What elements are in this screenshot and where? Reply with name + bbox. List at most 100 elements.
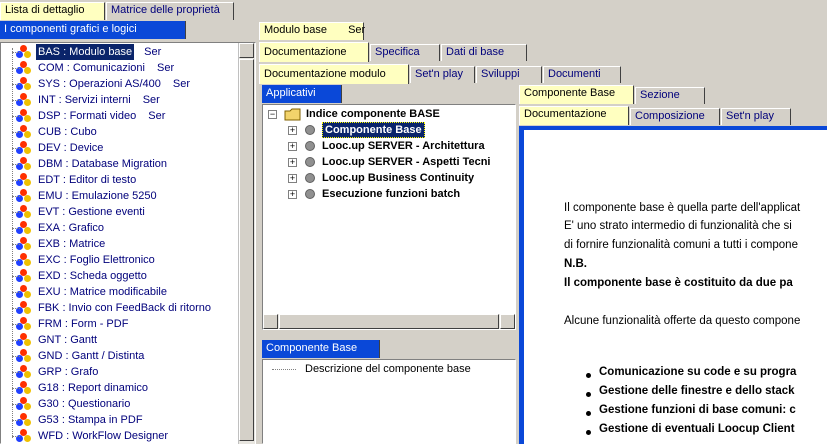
tree-root[interactable]: Indice componente BASE xyxy=(306,106,440,122)
list-tree-branch xyxy=(12,292,20,293)
list-tree-branch xyxy=(12,212,20,213)
scroll-up-button[interactable] xyxy=(239,43,254,58)
scroll-thumb[interactable] xyxy=(239,59,254,441)
applicativi-header: Applicativi xyxy=(262,85,342,103)
tree-item[interactable]: Looc.up Business Continuity xyxy=(322,170,474,186)
list-item[interactable]: G53 : Stampa in PDF xyxy=(10,412,155,428)
list-item-label: DSP : Formati video xyxy=(38,110,137,122)
componente-base-header: Componente Base xyxy=(262,340,380,358)
list-item[interactable]: DBM : Database Migration xyxy=(10,156,179,172)
list-item[interactable]: G30 : Questionario xyxy=(10,396,142,412)
list-item[interactable]: SYS : Operazioni AS/400 Ser xyxy=(10,76,190,92)
list-item-label: GRP : Grafo xyxy=(38,366,99,378)
list-item-label: EVT : Gestione eventi xyxy=(38,206,145,218)
doc-line-bold: Il componente base è costituito da due p… xyxy=(564,277,793,289)
tree-expand-toggle[interactable]: + xyxy=(288,174,297,183)
component-list-scrollbar[interactable] xyxy=(238,43,255,444)
list-item[interactable]: EDT : Editor di testo xyxy=(10,172,148,188)
list-tree-branch xyxy=(12,388,20,389)
list-item[interactable]: DEV : Device xyxy=(10,140,115,156)
list-tree-branch xyxy=(12,100,20,101)
list-item[interactable]: CUB : Cubo xyxy=(10,124,109,140)
tab-documenti[interactable]: Documenti xyxy=(543,66,621,83)
list-item[interactable]: GNT : Gantt xyxy=(10,332,109,348)
tab-componente-base[interactable]: Componente Base xyxy=(519,85,634,104)
list-item-label: WFD : WorkFlow Designer xyxy=(38,430,168,442)
hscroll-right-button[interactable] xyxy=(500,314,515,329)
doc-line-1: Il componente base è quella parte dell'a… xyxy=(564,202,801,214)
componente-base-desc[interactable]: Descrizione del componente base xyxy=(305,363,471,375)
list-item-suffix: Ser xyxy=(144,46,162,58)
tree-item[interactable]: Componente Base xyxy=(322,122,425,138)
tab-matrice-proprieta[interactable]: Matrice delle proprietà xyxy=(106,2,234,20)
list-item[interactable]: EVT : Gestione eventi xyxy=(10,204,157,220)
list-item[interactable]: EMU : Emulazione 5250 xyxy=(10,188,169,204)
tree-item[interactable]: Looc.up SERVER - Aspetti Tecni xyxy=(322,154,490,170)
tree-expand-toggle[interactable]: + xyxy=(288,158,297,167)
doc-bullet-2: Gestione delle finestre e dello stack xyxy=(599,385,795,397)
tab-right-setnplay[interactable]: Set'n play xyxy=(721,108,791,125)
list-item-label: FBK : Invio con FeedBack di ritorno xyxy=(38,302,212,314)
left-panel-header: I componenti grafici e logici xyxy=(0,21,186,39)
tab-sezione[interactable]: Sezione xyxy=(635,87,705,104)
tree-item[interactable]: Esecuzione funzioni batch xyxy=(322,186,460,202)
tree-root-collapse[interactable]: − xyxy=(268,110,277,119)
hscroll-thumb[interactable] xyxy=(279,314,499,329)
tab-specifica[interactable]: Specifica xyxy=(370,44,440,61)
list-tree-branch xyxy=(12,116,20,117)
list-item-label: COM : Comunicazioni xyxy=(38,62,145,74)
list-tree-branch xyxy=(12,308,20,309)
list-item[interactable]: WFD : WorkFlow Designer xyxy=(10,428,180,444)
list-item[interactable]: GRP : Grafo xyxy=(10,364,110,380)
tab-lista-di-dettaglio[interactable]: Lista di dettaglio xyxy=(0,2,105,20)
list-item[interactable]: G18 : Report dinamico xyxy=(10,380,160,396)
document-view[interactable]: Il componente base è quella parte dell'a… xyxy=(524,130,827,444)
tree-expand-toggle[interactable]: + xyxy=(288,126,297,135)
tree-item[interactable]: Looc.up SERVER - Architettura xyxy=(322,138,485,154)
list-item-label: G53 : Stampa in PDF xyxy=(38,414,143,426)
list-tree-branch xyxy=(12,404,20,405)
list-item[interactable]: FBK : Invio con FeedBack di ritorno xyxy=(10,300,223,316)
list-tree-branch xyxy=(12,196,20,197)
list-item[interactable]: EXB : Matrice xyxy=(10,236,117,252)
list-tree-branch xyxy=(12,164,20,165)
tab-sviluppi[interactable]: Sviluppi xyxy=(476,66,542,83)
gear-icon xyxy=(305,157,315,167)
list-item[interactable]: INT : Servizi interni Ser xyxy=(10,92,160,108)
doc-line-6: Alcune funzionalità offerte da questo co… xyxy=(564,315,801,327)
list-item-label: CUB : Cubo xyxy=(38,126,97,138)
gear-icon xyxy=(305,141,315,151)
tab-dati-di-base[interactable]: Dati di base xyxy=(441,44,527,61)
list-tree-branch xyxy=(12,132,20,133)
list-item[interactable]: EXD : Scheda oggetto xyxy=(10,268,159,284)
bullet-4 xyxy=(586,430,591,435)
bullet-3 xyxy=(586,411,591,416)
gear-icon xyxy=(305,125,315,135)
tab-documentazione[interactable]: Documentazione xyxy=(259,42,369,62)
tab-setnplay[interactable]: Set'n play xyxy=(410,66,475,83)
tab-composizione[interactable]: Composizione xyxy=(630,108,720,125)
list-tree-branch xyxy=(12,180,20,181)
list-item[interactable]: BAS : Modulo base Ser xyxy=(10,44,161,60)
list-item-label: SYS : Operazioni AS/400 xyxy=(38,78,161,90)
list-item[interactable]: EXA : Grafico xyxy=(10,220,116,236)
tree-expand-toggle[interactable]: + xyxy=(288,190,297,199)
list-tree-branch xyxy=(12,244,20,245)
list-tree-branch xyxy=(12,420,20,421)
gear-icon xyxy=(305,173,315,183)
list-item[interactable]: EXC : Foglio Elettronico xyxy=(10,252,167,268)
list-item[interactable]: EXU : Matrice modificabile xyxy=(10,284,179,300)
doc-bullet-4: Gestione di eventuali Loocup Client xyxy=(599,423,795,435)
tree-expand-toggle[interactable]: + xyxy=(288,142,297,151)
tab-right-documentazione[interactable]: Documentazione xyxy=(519,106,629,125)
list-item[interactable]: FRM : Form - PDF xyxy=(10,316,140,332)
doc-bullet-3: Gestione funzioni di base comuni: c xyxy=(599,404,796,416)
list-item[interactable]: GND : Gantt / Distinta xyxy=(10,348,156,364)
hscroll-left-button[interactable] xyxy=(263,314,278,329)
tab-documentazione-modulo[interactable]: Documentazione modulo xyxy=(259,64,409,84)
list-item-label: EXA : Grafico xyxy=(38,222,105,234)
tree-hscroll[interactable] xyxy=(263,314,515,329)
list-item[interactable]: DSP : Formati video Ser xyxy=(10,108,165,124)
desc-tree-line xyxy=(272,369,296,370)
list-item[interactable]: COM : Comunicazioni Ser xyxy=(10,60,174,76)
